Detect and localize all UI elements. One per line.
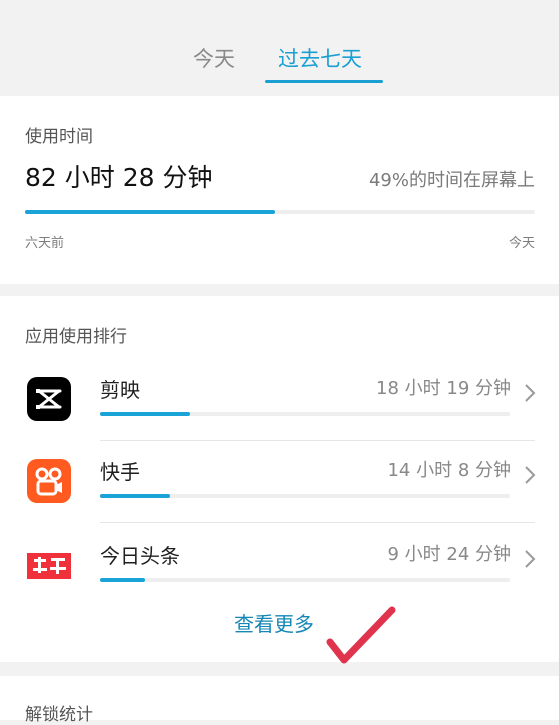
chevron-right-icon — [525, 466, 536, 484]
app-progress-fill — [100, 412, 191, 416]
app-ranking-card: 应用使用排行 剪映 18 小时 19 分钟 快手 14 小时 8 分钟 今日头条… — [0, 296, 559, 664]
app-progress-track — [100, 578, 510, 582]
app-name: 快手 — [100, 460, 140, 484]
app-usage-time: 18 小时 19 分钟 — [376, 378, 511, 399]
app-progress-fill — [100, 578, 146, 582]
app-usage-time: 9 小时 24 分钟 — [387, 544, 511, 565]
chevron-right-icon — [525, 550, 536, 568]
tab-past-seven-days[interactable]: 过去七天 — [278, 44, 362, 74]
range-end-label: 今天 — [508, 236, 535, 251]
period-tabs: 今天 过去七天 — [0, 0, 559, 96]
screen-share-text: 49%的时间在屏幕上 — [368, 170, 535, 191]
app-row-capcut[interactable]: 剪映 18 小时 19 分钟 — [0, 366, 559, 448]
usage-time-card: 使用时间 82 小时 28 分钟 49%的时间在屏幕上 六天前 今天 — [0, 96, 559, 284]
app-row-toutiao[interactable]: 今日头条 9 小时 24 分钟 — [0, 532, 559, 614]
app-progress-track — [100, 494, 510, 498]
usage-progress-fill — [25, 210, 275, 214]
app-progress-fill — [100, 494, 170, 498]
app-progress-track — [100, 412, 510, 416]
usage-progress-track — [25, 210, 535, 214]
tab-today[interactable]: 今天 — [193, 44, 235, 74]
app-row-kuaishou[interactable]: 快手 14 小时 8 分钟 — [0, 448, 559, 530]
app-name: 剪映 — [100, 378, 140, 402]
capcut-icon — [27, 377, 71, 421]
chevron-right-icon — [525, 384, 536, 402]
total-usage-time: 82 小时 28 分钟 — [25, 163, 213, 192]
row-divider — [100, 522, 535, 523]
checkmark-annotation-icon — [326, 606, 396, 664]
app-ranking-title: 应用使用排行 — [25, 327, 127, 347]
app-name: 今日头条 — [100, 544, 180, 568]
unlock-stats-title: 解锁统计 — [25, 705, 93, 725]
range-start-label: 六天前 — [25, 236, 65, 251]
view-more-link[interactable]: 查看更多 — [234, 608, 314, 637]
usage-time-title: 使用时间 — [25, 127, 93, 147]
unlock-stats-card: 解锁统计 — [0, 676, 559, 725]
app-usage-time: 14 小时 8 分钟 — [387, 460, 511, 481]
kuaishou-icon — [27, 459, 71, 503]
toutiao-icon — [27, 543, 71, 587]
row-divider — [100, 440, 535, 441]
active-tab-indicator — [265, 80, 383, 83]
